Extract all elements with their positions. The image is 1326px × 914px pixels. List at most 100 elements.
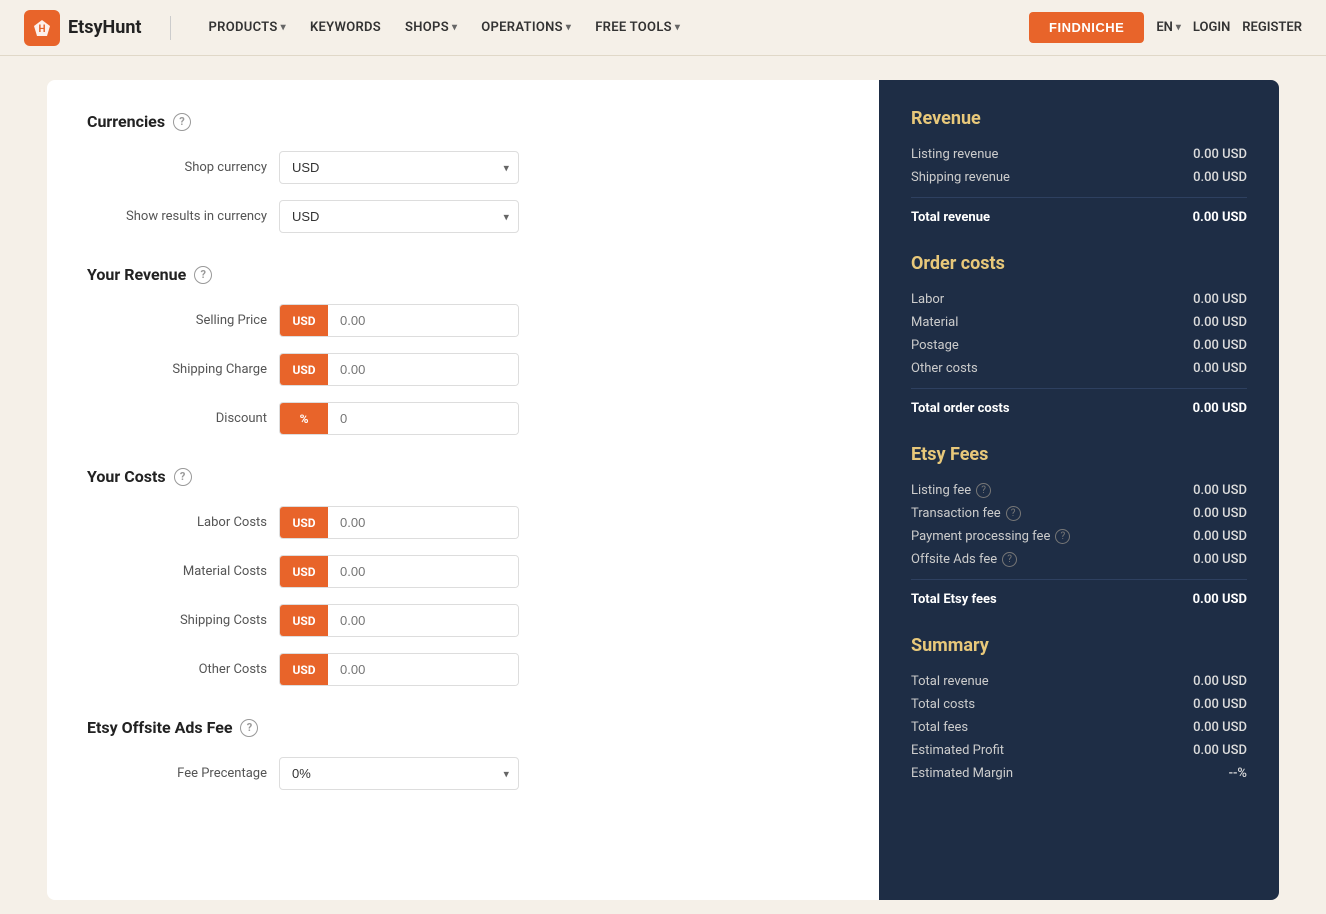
- shipping-revenue-value: 0.00 USD: [1193, 170, 1247, 185]
- logo[interactable]: H EtsyHunt: [24, 10, 142, 46]
- nav-divider: [170, 16, 171, 40]
- show-results-select[interactable]: USD EUR GBP: [279, 200, 519, 233]
- labor-costs-prefix: USD: [280, 507, 328, 538]
- material-costs-input[interactable]: [328, 556, 518, 587]
- payment-processing-fee-label: Payment processing fee ?: [911, 529, 1070, 544]
- listing-fee-value: 0.00 USD: [1193, 483, 1247, 498]
- register-button[interactable]: REGISTER: [1242, 20, 1302, 35]
- postage-row: Postage 0.00 USD: [911, 334, 1247, 357]
- svg-text:H: H: [38, 24, 45, 35]
- selling-price-input-group: USD: [279, 304, 519, 337]
- revenue-divider: [911, 197, 1247, 198]
- results-order-costs-title: Order costs: [911, 253, 1247, 274]
- shipping-charge-prefix: USD: [280, 354, 328, 385]
- offsite-ads-help-icon[interactable]: ?: [240, 719, 258, 737]
- payment-processing-fee-help-icon[interactable]: ?: [1055, 529, 1070, 544]
- language-selector[interactable]: EN ▾: [1156, 20, 1181, 35]
- payment-processing-fee-value: 0.00 USD: [1193, 529, 1247, 544]
- estimated-profit-label: Estimated Profit: [911, 743, 1004, 758]
- shop-currency-select[interactable]: USD EUR GBP: [279, 151, 519, 184]
- costs-section: Your Costs ? Labor Costs USD Material Co…: [87, 467, 839, 686]
- material-row: Material 0.00 USD: [911, 311, 1247, 334]
- nav-free-tools[interactable]: FREE TOOLS ▾: [585, 14, 690, 41]
- chevron-down-icon: ▾: [1176, 22, 1181, 33]
- results-order-costs-section: Order costs Labor 0.00 USD Material 0.00…: [911, 253, 1247, 420]
- shipping-charge-input[interactable]: [328, 354, 518, 385]
- shipping-costs-prefix: USD: [280, 605, 328, 636]
- total-revenue-row: Total revenue 0.00 USD: [911, 206, 1247, 229]
- estimated-margin-label: Estimated Margin: [911, 766, 1013, 781]
- other-costs-label: Other Costs: [87, 662, 267, 677]
- currencies-help-icon[interactable]: ?: [173, 113, 191, 131]
- estimated-profit-value: 0.00 USD: [1193, 743, 1247, 758]
- summary-total-fees-row: Total fees 0.00 USD: [911, 716, 1247, 739]
- total-revenue-value: 0.00 USD: [1193, 210, 1247, 225]
- chevron-down-icon: ▾: [452, 22, 457, 33]
- listing-revenue-label: Listing revenue: [911, 147, 998, 162]
- results-etsy-fees-title: Etsy Fees: [911, 444, 1247, 465]
- summary-total-fees-value: 0.00 USD: [1193, 720, 1247, 735]
- chevron-down-icon: ▾: [675, 22, 680, 33]
- results-summary-title: Summary: [911, 635, 1247, 656]
- payment-processing-fee-row: Payment processing fee ? 0.00 USD: [911, 525, 1247, 548]
- listing-fee-help-icon[interactable]: ?: [976, 483, 991, 498]
- offsite-ads-section: Etsy Offsite Ads Fee ? Fee Precentage 0%…: [87, 718, 839, 790]
- nav-shops[interactable]: SHOPS ▾: [395, 14, 467, 41]
- results-etsy-fees-section: Etsy Fees Listing fee ? 0.00 USD Transac…: [911, 444, 1247, 611]
- fee-percentage-row: Fee Precentage 0% 12% 15% ▾: [87, 757, 839, 790]
- total-revenue-label: Total revenue: [911, 210, 990, 225]
- transaction-fee-value: 0.00 USD: [1193, 506, 1247, 521]
- labor-costs-input[interactable]: [328, 507, 518, 538]
- show-results-label: Show results in currency: [87, 209, 267, 224]
- summary-total-costs-label: Total costs: [911, 697, 975, 712]
- fee-percentage-select[interactable]: 0% 12% 15%: [279, 757, 519, 790]
- offsite-ads-fee-value: 0.00 USD: [1193, 552, 1247, 567]
- fee-percentage-select-wrap: 0% 12% 15% ▾: [279, 757, 519, 790]
- offsite-ads-fee-help-icon[interactable]: ?: [1002, 552, 1017, 567]
- shipping-costs-input[interactable]: [328, 605, 518, 636]
- transaction-fee-row: Transaction fee ? 0.00 USD: [911, 502, 1247, 525]
- summary-total-costs-row: Total costs 0.00 USD: [911, 693, 1247, 716]
- logo-icon: H: [24, 10, 60, 46]
- costs-title: Your Costs ?: [87, 467, 839, 486]
- other-costs-input[interactable]: [328, 654, 518, 685]
- login-button[interactable]: LOGIN: [1193, 20, 1230, 35]
- postage-label: Postage: [911, 338, 959, 353]
- show-results-select-wrap: USD EUR GBP ▾: [279, 200, 519, 233]
- shipping-costs-input-group: USD: [279, 604, 519, 637]
- results-summary-section: Summary Total revenue 0.00 USD Total cos…: [911, 635, 1247, 785]
- estimated-profit-row: Estimated Profit 0.00 USD: [911, 739, 1247, 762]
- material-costs-input-group: USD: [279, 555, 519, 588]
- summary-total-costs-value: 0.00 USD: [1193, 697, 1247, 712]
- nav-keywords[interactable]: KEYWORDS: [300, 14, 391, 41]
- material-costs-label: Material Costs: [87, 564, 267, 579]
- material-costs-prefix: USD: [280, 556, 328, 587]
- offsite-ads-fee-row: Offsite Ads fee ? 0.00 USD: [911, 548, 1247, 571]
- shipping-costs-label: Shipping Costs: [87, 613, 267, 628]
- listing-fee-label: Listing fee ?: [911, 483, 991, 498]
- costs-help-icon[interactable]: ?: [174, 468, 192, 486]
- nav-products[interactable]: PRODUCTS ▾: [199, 14, 296, 41]
- material-value: 0.00 USD: [1193, 315, 1247, 330]
- total-order-costs-row: Total order costs 0.00 USD: [911, 397, 1247, 420]
- selling-price-input[interactable]: [328, 305, 518, 336]
- etsy-fees-divider: [911, 579, 1247, 580]
- revenue-help-icon[interactable]: ?: [194, 266, 212, 284]
- summary-total-revenue-row: Total revenue 0.00 USD: [911, 670, 1247, 693]
- discount-input[interactable]: [328, 403, 518, 434]
- chevron-down-icon: ▾: [281, 22, 286, 33]
- results-revenue-section: Revenue Listing revenue 0.00 USD Shippin…: [911, 108, 1247, 229]
- results-revenue-title: Revenue: [911, 108, 1247, 129]
- labor-costs-row: Labor Costs USD: [87, 506, 839, 539]
- navbar: H EtsyHunt PRODUCTS ▾ KEYWORDS SHOPS ▾ O…: [0, 0, 1326, 56]
- findniche-button[interactable]: FINDNICHE: [1029, 12, 1144, 43]
- nav-operations[interactable]: OPERATIONS ▾: [471, 14, 581, 41]
- estimated-margin-row: Estimated Margin --%: [911, 762, 1247, 785]
- shipping-charge-input-group: USD: [279, 353, 519, 386]
- show-results-row: Show results in currency USD EUR GBP ▾: [87, 200, 839, 233]
- material-label: Material: [911, 315, 958, 330]
- labor-label: Labor: [911, 292, 944, 307]
- discount-prefix: %: [280, 403, 328, 434]
- nav-items: PRODUCTS ▾ KEYWORDS SHOPS ▾ OPERATIONS ▾…: [199, 14, 1010, 41]
- transaction-fee-help-icon[interactable]: ?: [1006, 506, 1021, 521]
